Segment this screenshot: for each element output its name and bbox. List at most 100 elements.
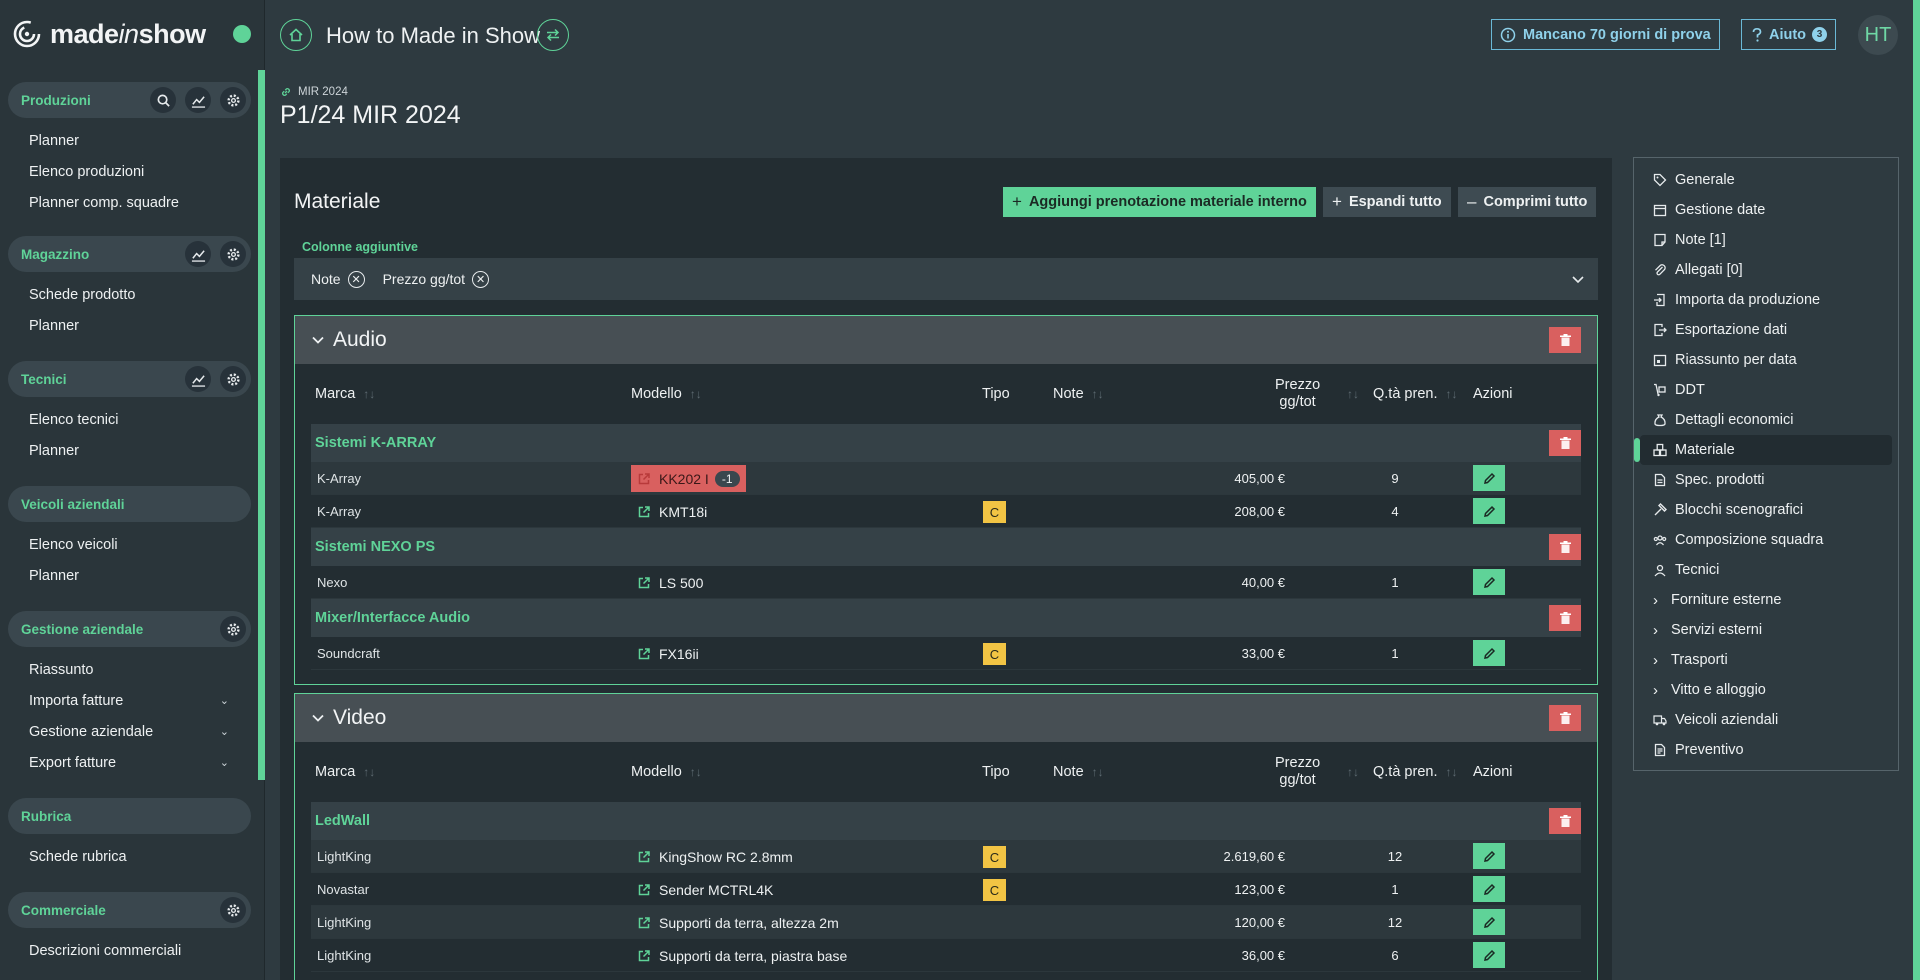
row-model-link[interactable]: KK202 I -1	[631, 465, 746, 492]
row-model-link[interactable]: LS 500	[637, 566, 703, 599]
rnav-item-dettagli-economici[interactable]: Dettagli economici	[1634, 405, 1898, 435]
page-scrollbar[interactable]	[1913, 0, 1920, 980]
rnav-item-servizi-esterni[interactable]: › Servizi esterni	[1634, 615, 1898, 645]
edit-row-button[interactable]	[1473, 909, 1505, 935]
col-prezzo[interactable]: Prezzo gg/tot	[1275, 364, 1320, 424]
row-model-link[interactable]: Supporti da terra, altezza 2m	[637, 906, 839, 939]
rnav-item-veicoli-aziendali[interactable]: Veicoli aziendali	[1634, 705, 1898, 735]
delete-section-button[interactable]	[1549, 327, 1581, 353]
row-model-link[interactable]: FX16ii	[637, 637, 699, 670]
row-model-link[interactable]: Supporti da terra, piastra base	[637, 939, 847, 972]
nav-group-header[interactable]: Magazzino	[8, 236, 251, 272]
nav-item-planner[interactable]: Planner	[8, 560, 251, 591]
remove-chip-icon[interactable]: ✕	[347, 270, 365, 288]
edit-row-button[interactable]	[1473, 569, 1505, 595]
nav-item-elenco-veicoli[interactable]: Elenco veicoli	[8, 529, 251, 560]
gear-icon[interactable]	[220, 241, 246, 267]
add-internal-booking-button[interactable]: + Aggiungi prenotazione materiale interno	[1003, 187, 1316, 217]
edit-row-button[interactable]	[1473, 942, 1505, 968]
remove-chip-icon[interactable]: ✕	[472, 270, 490, 288]
rnav-item-esportazione-dati[interactable]: Esportazione dati	[1634, 315, 1898, 345]
nav-item-planner-comp-squadre[interactable]: Planner comp. squadre	[8, 187, 251, 218]
rnav-item-forniture-esterne[interactable]: › Forniture esterne	[1634, 585, 1898, 615]
rnav-item-blocchi-scenografici[interactable]: Blocchi scenografici	[1634, 495, 1898, 525]
nav-item-schede-prodotto[interactable]: Schede prodotto	[8, 279, 251, 310]
delete-group-button[interactable]	[1549, 605, 1581, 631]
avatar[interactable]: HT	[1858, 15, 1898, 55]
rnav-item-preventivo[interactable]: Preventivo	[1634, 735, 1898, 765]
nav-group-header[interactable]: Tecnici	[8, 361, 251, 397]
search-icon[interactable]	[150, 87, 176, 113]
sort-icon[interactable]: ↑↓	[1347, 742, 1359, 802]
gear-icon[interactable]	[220, 616, 246, 642]
gear-icon[interactable]	[220, 87, 246, 113]
gear-icon[interactable]	[220, 366, 246, 392]
nav-item-schede-rubrica[interactable]: Schede rubrica	[8, 841, 251, 872]
rnav-item-vitto-e-alloggio[interactable]: › Vitto e alloggio	[1634, 675, 1898, 705]
nav-group-header[interactable]: Commerciale	[8, 892, 251, 928]
col-qta[interactable]: Q.tà pren. ↑↓	[1373, 742, 1457, 802]
rnav-item-riassunto-per-data[interactable]: Riassunto per data	[1634, 345, 1898, 375]
sidebar-scrollbar[interactable]	[258, 70, 265, 780]
nav-item-planner[interactable]: Planner	[8, 310, 251, 341]
col-note[interactable]: Note ↑↓	[1053, 364, 1104, 424]
sort-icon[interactable]: ↑↓	[1347, 364, 1359, 424]
delete-group-button[interactable]	[1549, 430, 1581, 456]
rnav-item-tecnici[interactable]: Tecnici	[1634, 555, 1898, 585]
collapse-all-button[interactable]: – Comprimi tutto	[1458, 187, 1597, 217]
col-modello[interactable]: Modello ↑↓	[631, 742, 702, 802]
additional-columns-select[interactable]: Note ✕ Prezzo gg/tot ✕	[294, 258, 1598, 300]
rnav-item-note[interactable]: Note [1]	[1634, 225, 1898, 255]
rnav-item-materiale[interactable]: Materiale	[1634, 435, 1892, 465]
chart-icon[interactable]	[185, 241, 211, 267]
rnav-item-generale[interactable]: Generale	[1634, 165, 1898, 195]
nav-item-riassunto[interactable]: Riassunto	[8, 654, 251, 685]
rnav-item-trasporti[interactable]: › Trasporti	[1634, 645, 1898, 675]
chevron-down-icon[interactable]	[1570, 271, 1586, 287]
nav-item-elenco-produzioni[interactable]: Elenco produzioni	[8, 156, 251, 187]
col-qta[interactable]: Q.tà pren. ↑↓	[1373, 364, 1457, 424]
section-header[interactable]: Video	[295, 694, 1597, 742]
switch-button[interactable]	[537, 19, 569, 51]
rnav-item-gestione-date[interactable]: Gestione date	[1634, 195, 1898, 225]
row-model-link[interactable]: Sender MCTRL4K	[637, 873, 773, 906]
nav-group-header[interactable]: Rubrica	[8, 798, 251, 834]
help-button[interactable]: Aiuto 3	[1741, 19, 1837, 50]
row-model-link[interactable]: KingShow RC 2.8mm	[637, 840, 793, 873]
nav-item-importa-fatture[interactable]: Importa fatture ⌄	[8, 685, 251, 716]
delete-section-button[interactable]	[1549, 705, 1581, 731]
rnav-item-ddt[interactable]: DDT	[1634, 375, 1898, 405]
rnav-item-spec-prodotti[interactable]: Spec. prodotti	[1634, 465, 1898, 495]
col-modello[interactable]: Modello ↑↓	[631, 364, 702, 424]
col-marca[interactable]: Marca ↑↓	[315, 742, 375, 802]
nav-item-elenco-tecnici[interactable]: Elenco tecnici	[8, 404, 251, 435]
col-marca[interactable]: Marca ↑↓	[315, 364, 375, 424]
expand-all-button[interactable]: + Espandi tutto	[1323, 187, 1451, 217]
col-prezzo[interactable]: Prezzo gg/tot	[1275, 742, 1320, 802]
nav-item-descrizioni-commerciali[interactable]: Descrizioni commerciali	[8, 935, 251, 966]
breadcrumb[interactable]: MIR 2024	[280, 86, 348, 98]
section-header[interactable]: Audio	[295, 316, 1597, 364]
trial-notice[interactable]: Mancano 70 giorni di prova	[1491, 19, 1720, 50]
chart-icon[interactable]	[185, 366, 211, 392]
delete-group-button[interactable]	[1549, 808, 1581, 834]
edit-row-button[interactable]	[1473, 640, 1505, 666]
nav-group-header[interactable]: Produzioni	[8, 82, 251, 118]
delete-group-button[interactable]	[1549, 534, 1581, 560]
row-model-link[interactable]: KMT18i	[637, 495, 707, 528]
nav-item-gestione-aziendale[interactable]: Gestione aziendale ⌄	[8, 716, 251, 747]
gear-icon[interactable]	[220, 897, 246, 923]
nav-item-planner[interactable]: Planner	[8, 435, 251, 466]
edit-row-button[interactable]	[1473, 876, 1505, 902]
rnav-item-composizione-squadra[interactable]: Composizione squadra	[1634, 525, 1898, 555]
col-note[interactable]: Note ↑↓	[1053, 742, 1104, 802]
nav-item-planner[interactable]: Planner	[8, 125, 251, 156]
chart-icon[interactable]	[185, 87, 211, 113]
rnav-item-importa-da-produzione[interactable]: Importa da produzione	[1634, 285, 1898, 315]
nav-group-header[interactable]: Veicoli aziendali	[8, 486, 251, 522]
edit-row-button[interactable]	[1473, 465, 1505, 491]
nav-item-export-fatture[interactable]: Export fatture ⌄	[8, 747, 251, 778]
app-logo[interactable]: madeinshow	[12, 16, 206, 52]
edit-row-button[interactable]	[1473, 843, 1505, 869]
nav-group-header[interactable]: Gestione aziendale	[8, 611, 251, 647]
